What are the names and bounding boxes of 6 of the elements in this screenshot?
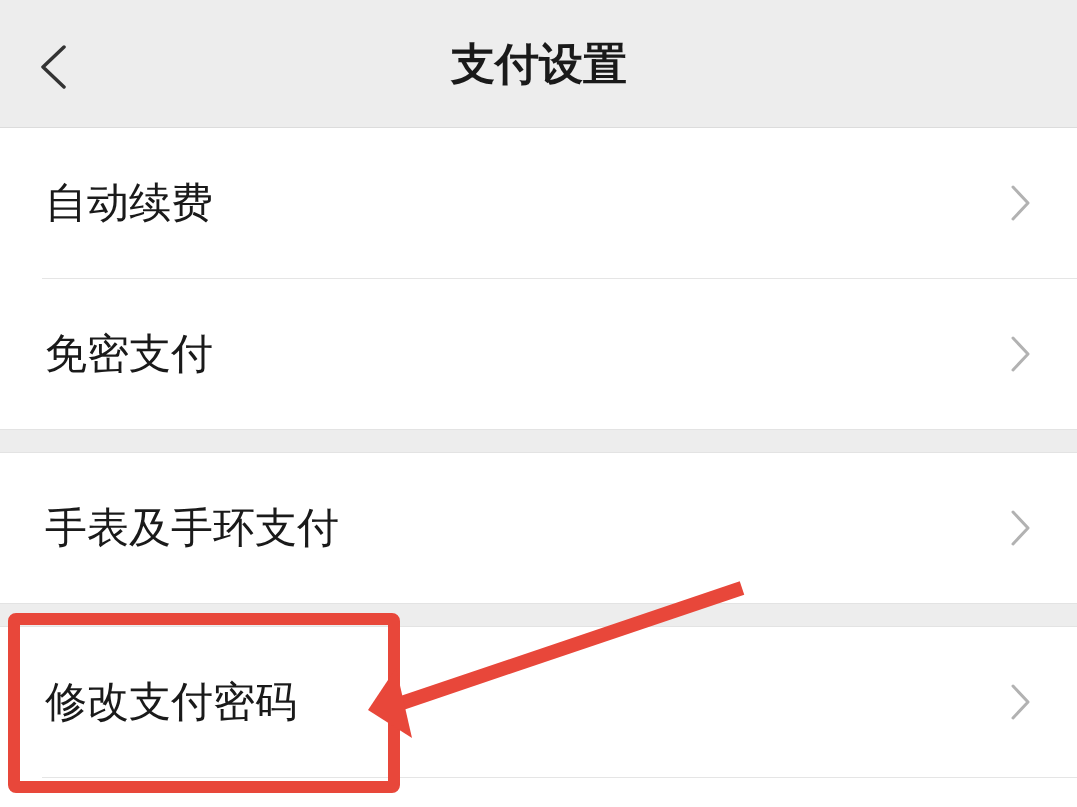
chevron-right-icon bbox=[1011, 510, 1030, 546]
page-title: 支付设置 bbox=[450, 41, 627, 86]
chevron-right-icon bbox=[1011, 684, 1030, 720]
chevron-right-icon bbox=[1011, 336, 1030, 372]
back-icon[interactable] bbox=[40, 45, 66, 89]
chevron-right-icon bbox=[1011, 185, 1030, 221]
